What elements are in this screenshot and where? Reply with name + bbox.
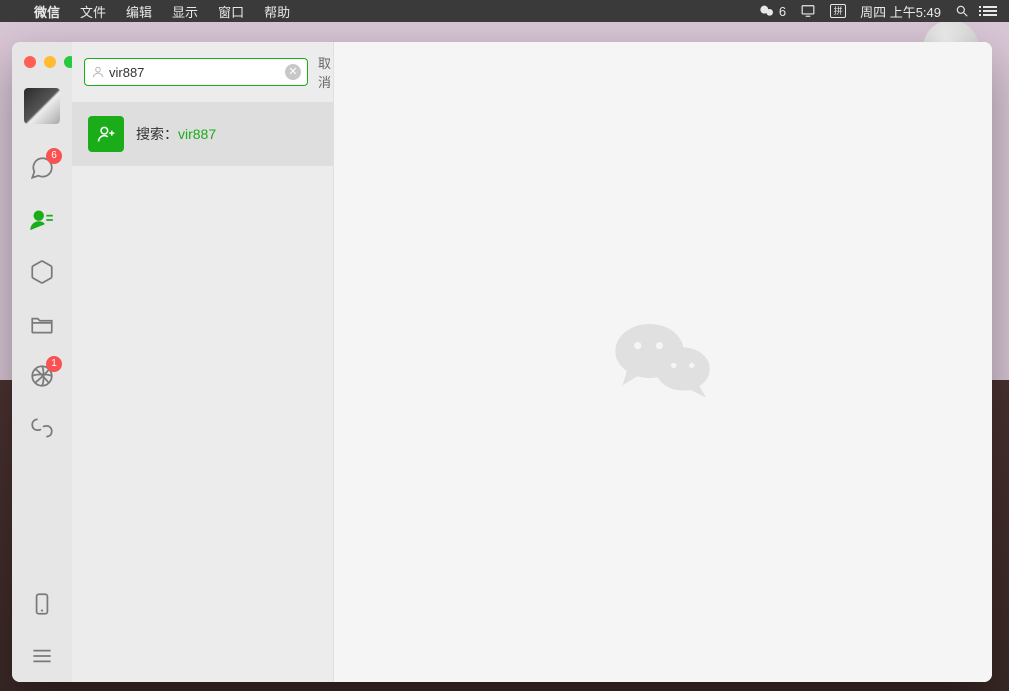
add-friend-icon [88,116,124,152]
nav-moments-badge: 1 [46,356,62,372]
spotlight-icon[interactable] [955,4,969,18]
control-center-icon[interactable] [983,6,997,16]
search-bar: ✕ 取消 [72,42,333,102]
status-wechat-count: 6 [779,4,786,19]
status-wechat[interactable]: 6 [759,3,786,19]
app-menu[interactable]: 微信 [24,2,70,21]
search-result-query: vir887 [178,126,216,142]
sidebar-nav: 6 1 [12,42,72,682]
cancel-button[interactable]: 取消 [318,53,331,91]
menu-help[interactable]: 帮助 [254,2,300,21]
search-panel: ✕ 取消 搜索：vir887 [72,42,334,682]
nav-favorites[interactable] [12,246,72,298]
search-result-text: 搜索：vir887 [136,124,216,144]
person-icon [91,65,105,79]
search-input[interactable] [109,65,285,80]
window-controls [12,50,76,82]
user-avatar[interactable] [24,88,60,124]
wechat-window: 6 1 ✕ [12,42,992,682]
nav-chats-badge: 6 [46,148,62,164]
search-input-wrap: ✕ [84,58,308,86]
clear-search-button[interactable]: ✕ [285,64,301,80]
nav-mini-programs[interactable] [12,402,72,454]
menu-view[interactable]: 显示 [162,2,208,21]
menu-file[interactable]: 文件 [70,2,116,21]
minimize-button[interactable] [44,56,56,68]
nav-settings[interactable] [12,630,72,682]
close-button[interactable] [24,56,36,68]
chat-area [334,42,992,682]
nav-phone[interactable] [12,578,72,630]
wechat-logo-placeholder [608,315,718,410]
ime-label: 拼 [830,4,846,18]
search-result-prefix: 搜索： [136,126,178,142]
nav-contacts[interactable] [12,194,72,246]
menu-edit[interactable]: 编辑 [116,2,162,21]
nav-moments[interactable]: 1 [12,350,72,402]
macos-menubar: 微信 文件 编辑 显示 窗口 帮助 6 拼 周四 上午5:49 [0,0,1009,22]
status-datetime[interactable]: 周四 上午5:49 [860,2,941,21]
nav-chats[interactable]: 6 [12,142,72,194]
search-result-item[interactable]: 搜索：vir887 [72,102,333,166]
nav-files[interactable] [12,298,72,350]
menu-window[interactable]: 窗口 [208,2,254,21]
status-screen-mirror-icon[interactable] [800,4,816,18]
status-ime[interactable]: 拼 [830,4,846,18]
